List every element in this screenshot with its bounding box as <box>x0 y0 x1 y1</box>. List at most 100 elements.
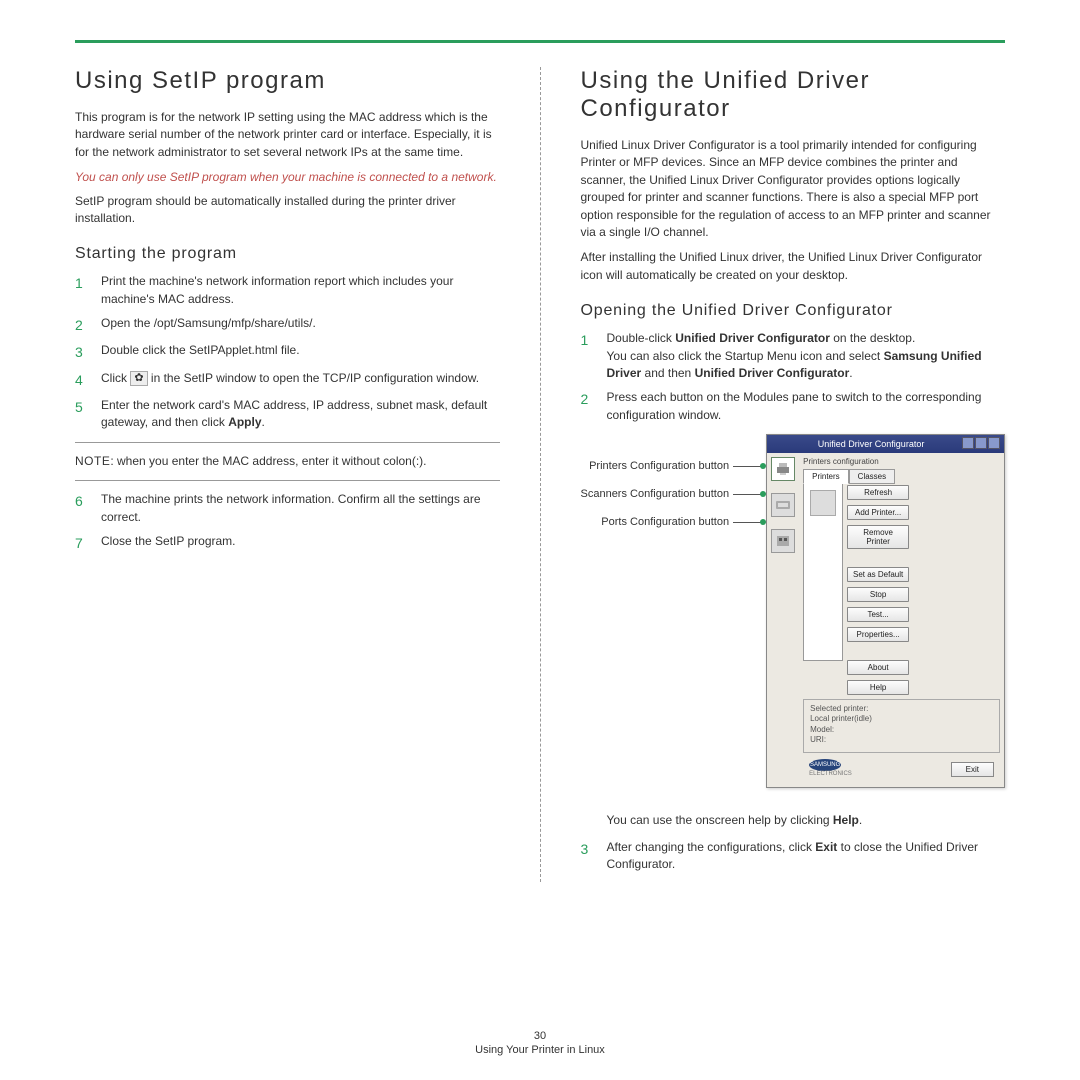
t: . <box>859 813 862 827</box>
note-label: NOTE <box>75 454 110 468</box>
step-text: Click ✿ in the SetIP window to open the … <box>101 370 500 387</box>
main-area: Printers configuration Printers Classes <box>799 453 1004 787</box>
step-number: 1 <box>581 330 607 350</box>
app-title-text: Unified Driver Configurator <box>818 439 925 449</box>
printer-list-box <box>803 483 843 661</box>
callout-scanners: Scanners Configuration button <box>581 488 730 500</box>
tabs: Printers Classes <box>803 468 1000 483</box>
step-number: 3 <box>581 839 607 859</box>
left-heading: Using SetIP program <box>75 67 500 95</box>
note-text: : when you enter the MAC address, enter … <box>110 454 426 468</box>
left-subheading: Starting the program <box>75 245 500 263</box>
step-number: 1 <box>75 273 101 293</box>
sel-line1: Local printer(idle) <box>810 714 993 724</box>
selected-printer-box: Selected printer: Local printer(idle) Mo… <box>803 699 1000 753</box>
step5-pre: Enter the network card's MAC address, IP… <box>101 398 487 429</box>
modules-pane <box>767 453 799 787</box>
step-number: 2 <box>75 315 101 335</box>
t: Help <box>833 813 859 827</box>
step-text: The machine prints the network informati… <box>101 491 500 526</box>
callout-ports: Ports Configuration button <box>601 516 729 528</box>
step5-bold: Apply <box>228 415 261 429</box>
refresh-button[interactable]: Refresh <box>847 485 909 500</box>
properties-button[interactable]: Properties... <box>847 627 909 642</box>
step-text: After changing the configurations, click… <box>607 839 1006 874</box>
footer-bar: SAMSUNG ELECTRONICS Exit <box>803 753 1000 783</box>
right-column: Using the Unified Driver Configurator Un… <box>581 67 1006 882</box>
step-number: 5 <box>75 397 101 417</box>
page-number: 30 <box>0 1030 1080 1042</box>
after-text: You can use the onscreen help by clickin… <box>607 812 1006 829</box>
step-number: 4 <box>75 370 101 390</box>
t: Double-click <box>607 331 676 345</box>
sel-label: Selected printer: <box>810 704 993 714</box>
t: You can use the onscreen help by clickin… <box>607 813 833 827</box>
step-text: Print the machine's network information … <box>101 273 500 308</box>
step-number: 3 <box>75 342 101 362</box>
left-intro: This program is for the network IP setti… <box>75 109 500 161</box>
step-text: Close the SetIP program. <box>101 533 500 550</box>
rule <box>75 480 500 481</box>
t: You can also click the Startup Menu icon… <box>607 349 884 363</box>
sel-line2: Model: <box>810 725 993 735</box>
side-buttons: Refresh Add Printer... Remove Printer Se… <box>847 483 909 695</box>
left-warning: You can only use SetIP program when your… <box>75 169 500 186</box>
t: Exit <box>815 840 837 854</box>
window-controls[interactable] <box>961 437 1000 451</box>
t: and then <box>641 366 694 380</box>
step4-pre: Click <box>101 371 130 385</box>
ports-module-icon[interactable] <box>771 529 795 553</box>
left-column: Using SetIP program This program is for … <box>75 67 500 882</box>
t: . <box>849 366 852 380</box>
sel-line3: URI: <box>810 735 993 745</box>
right-p1: Unified Linux Driver Configurator is a t… <box>581 137 1006 241</box>
printers-module-icon[interactable] <box>771 457 795 481</box>
top-rule <box>75 40 1005 43</box>
right-subheading: Opening the Unified Driver Configurator <box>581 302 1006 320</box>
samsung-logo: SAMSUNG ELECTRONICS <box>809 759 852 777</box>
add-printer-button[interactable]: Add Printer... <box>847 505 909 520</box>
rule <box>75 442 500 443</box>
stop-button[interactable]: Stop <box>847 587 909 602</box>
about-button[interactable]: About <box>847 660 909 675</box>
footer-section: Using Your Printer in Linux <box>475 1044 605 1056</box>
t: on the desktop. <box>830 331 915 345</box>
group-label: Printers configuration <box>803 457 1000 466</box>
printer-icon[interactable] <box>810 490 836 516</box>
step-number: 7 <box>75 533 101 553</box>
setip-tcpip-icon: ✿ <box>130 371 147 386</box>
step4-post: in the SetIP window to open the TCP/IP c… <box>151 371 479 385</box>
left-steps-2: 6 The machine prints the network informa… <box>75 491 500 553</box>
step-text: Double click the SetIPApplet.html file. <box>101 342 500 359</box>
set-default-button[interactable]: Set as Default <box>847 567 909 582</box>
scanners-module-icon[interactable] <box>771 493 795 517</box>
left-steps: 1 Print the machine's network informatio… <box>75 273 500 431</box>
page-footer: 30 Using Your Printer in Linux <box>0 1030 1080 1056</box>
tab-printers[interactable]: Printers <box>803 469 849 484</box>
column-divider <box>540 67 541 882</box>
test-button[interactable]: Test... <box>847 607 909 622</box>
step-text: Double-click Unified Driver Configurator… <box>607 330 1006 382</box>
right-heading: Using the Unified Driver Configurator <box>581 67 1006 123</box>
callout-printers: Printers Configuration button <box>589 460 729 472</box>
logo-sub: ELECTRONICS <box>809 771 852 777</box>
step-text: Open the /opt/Samsung/mfp/share/utils/. <box>101 315 500 332</box>
step-text: Enter the network card's MAC address, IP… <box>101 397 500 432</box>
t: Unified Driver Configurator <box>695 366 850 380</box>
right-p2: After installing the Unified Linux drive… <box>581 249 1006 284</box>
t: Unified Driver Configurator <box>675 331 830 345</box>
t: After changing the configurations, click <box>607 840 816 854</box>
app-window: Unified Driver Configurator <box>766 434 1005 788</box>
configurator-figure: Printers Configuration button Scanners C… <box>581 434 1006 788</box>
exit-button[interactable]: Exit <box>951 762 994 777</box>
step-number: 2 <box>581 389 607 409</box>
logo-text: SAMSUNG <box>809 759 841 771</box>
note: NOTE: when you enter the MAC address, en… <box>75 453 500 470</box>
help-button[interactable]: Help <box>847 680 909 695</box>
tab-classes[interactable]: Classes <box>849 469 895 484</box>
right-steps-after: . You can use the onscreen help by click… <box>581 812 1006 874</box>
remove-printer-button[interactable]: Remove Printer <box>847 525 909 549</box>
step5-post: . <box>262 415 265 429</box>
right-steps: 1 Double-click Unified Driver Configurat… <box>581 330 1006 424</box>
step-text: Press each button on the Modules pane to… <box>607 389 1006 424</box>
